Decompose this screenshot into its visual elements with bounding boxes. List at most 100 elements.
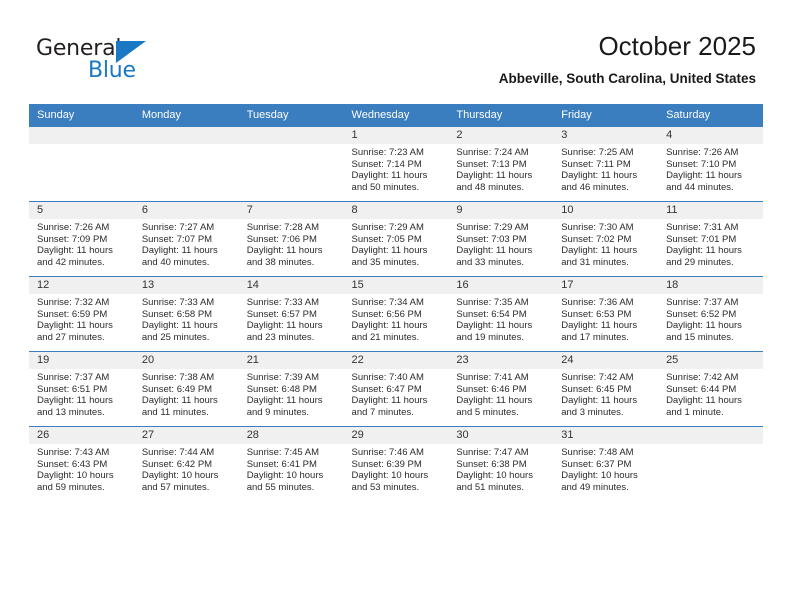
day-number: 20 bbox=[133, 352, 239, 369]
day-number: 21 bbox=[238, 352, 344, 369]
sunrise-text: Sunrise: 7:42 AM bbox=[561, 372, 634, 383]
day-cell[interactable]: 31 Sunrise: 7:48 AM Sunset: 6:37 PM Dayligh… bbox=[553, 426, 659, 501]
sunset-text: Sunset: 6:59 PM bbox=[37, 308, 108, 320]
day-number: 9 bbox=[448, 202, 554, 219]
day-cell[interactable]: 17 Sunrise: 7:36 AM Sunset: 6:53 PM Dayligh… bbox=[553, 276, 659, 352]
day-cell-empty bbox=[29, 126, 134, 202]
day-cell[interactable]: 6 Sunrise: 7:27 AM Sunset: 7:07 PM Daylight… bbox=[133, 201, 239, 277]
calendar-week-row: 19 Sunrise: 7:37 AM Sunset: 6:51 PM Dayligh… bbox=[29, 351, 763, 427]
day-number: 16 bbox=[448, 277, 554, 294]
day-cell[interactable]: 3 Sunrise: 7:25 AM Sunset: 7:11 PM Daylight… bbox=[553, 126, 659, 202]
day-cell[interactable]: 19 Sunrise: 7:37 AM Sunset: 6:51 PM Dayligh… bbox=[29, 351, 134, 427]
sunrise-text: Sunrise: 7:29 AM bbox=[351, 222, 424, 233]
day-cell[interactable]: 14 Sunrise: 7:33 AM Sunset: 6:57 PM Dayligh… bbox=[238, 276, 344, 352]
day-number bbox=[238, 127, 344, 144]
sunset-text: Sunset: 6:37 PM bbox=[561, 458, 632, 470]
sunrise-text: Sunrise: 7:37 AM bbox=[666, 297, 739, 308]
sunset-text: Sunset: 6:54 PM bbox=[456, 308, 527, 320]
sunrise-text: Sunrise: 7:26 AM bbox=[37, 222, 110, 233]
sunrise-text: Sunrise: 7:40 AM bbox=[351, 372, 424, 383]
calendar-body: 1 Sunrise: 7:23 AM Sunset: 7:14 PM Daylight… bbox=[29, 126, 763, 501]
day-cell[interactable]: 24 Sunrise: 7:42 AM Sunset: 6:45 PM Dayligh… bbox=[553, 351, 659, 427]
daylight-text: Daylight: 11 hours and 3 minutes. bbox=[561, 395, 638, 418]
daylight-text: Daylight: 11 hours and 42 minutes. bbox=[37, 245, 113, 268]
day-cell[interactable]: 26 Sunrise: 7:43 AM Sunset: 6:43 PM Dayligh… bbox=[29, 426, 134, 501]
daylight-text: Daylight: 11 hours and 23 minutes. bbox=[246, 320, 323, 343]
day-number: 18 bbox=[658, 277, 763, 294]
day-number: 17 bbox=[553, 277, 659, 294]
daylight-text: Daylight: 11 hours and 35 minutes. bbox=[351, 245, 428, 268]
sunset-text: Sunset: 6:49 PM bbox=[141, 383, 213, 395]
sunrise-text: Sunrise: 7:34 AM bbox=[351, 297, 424, 308]
day-number: 2 bbox=[448, 127, 554, 144]
sunrise-text: Sunrise: 7:28 AM bbox=[246, 222, 320, 233]
day-cell[interactable]: 12 Sunrise: 7:32 AM Sunset: 6:59 PM Dayligh… bbox=[29, 276, 134, 352]
sunset-text: Sunset: 7:10 PM bbox=[666, 158, 737, 170]
daylight-text: Daylight: 11 hours and 33 minutes. bbox=[456, 245, 533, 268]
day-cell[interactable]: 2 Sunrise: 7:24 AM Sunset: 7:13 PM Daylight… bbox=[448, 126, 554, 202]
sunset-text: Sunset: 7:06 PM bbox=[246, 233, 317, 245]
general-blue-logo[interactable]: General Blue bbox=[36, 36, 166, 88]
day-cell[interactable]: 20 Sunrise: 7:38 AM Sunset: 6:49 PM Dayligh… bbox=[133, 351, 239, 427]
sunset-text: Sunset: 6:46 PM bbox=[456, 383, 527, 395]
calendar-page: General Blue October 2025 Abbeville, Sou… bbox=[0, 0, 792, 612]
daylight-text: Daylight: 11 hours and 21 minutes. bbox=[351, 320, 428, 343]
day-cell[interactable]: 22 Sunrise: 7:40 AM Sunset: 6:47 PM Dayligh… bbox=[343, 351, 449, 427]
day-cell[interactable]: 29 Sunrise: 7:46 AM Sunset: 6:39 PM Dayligh… bbox=[343, 426, 449, 501]
daylight-text: Daylight: 11 hours and 44 minutes. bbox=[666, 170, 742, 193]
sunset-text: Sunset: 6:38 PM bbox=[456, 458, 527, 470]
day-number: 7 bbox=[238, 202, 344, 219]
daylight-text: Daylight: 11 hours and 19 minutes. bbox=[456, 320, 533, 343]
sunset-text: Sunset: 7:02 PM bbox=[561, 233, 632, 245]
daylight-text: Daylight: 11 hours and 50 minutes. bbox=[351, 170, 428, 193]
day-cell[interactable]: 10 Sunrise: 7:30 AM Sunset: 7:02 PM Dayligh… bbox=[553, 201, 659, 277]
day-number: 6 bbox=[133, 202, 239, 219]
day-number: 14 bbox=[238, 277, 344, 294]
calendar-week-row: 26 Sunrise: 7:43 AM Sunset: 6:43 PM Dayligh… bbox=[29, 426, 763, 501]
page-title: October 2025 bbox=[598, 31, 756, 61]
day-number: 29 bbox=[343, 427, 449, 444]
calendar-week-row: 1 Sunrise: 7:23 AM Sunset: 7:14 PM Daylight… bbox=[29, 126, 763, 202]
day-number: 19 bbox=[29, 352, 134, 369]
day-cell[interactable]: 27 Sunrise: 7:44 AM Sunset: 6:42 PM Dayligh… bbox=[133, 426, 239, 501]
sunrise-text: Sunrise: 7:33 AM bbox=[141, 297, 215, 308]
weekday-header-saturday: Saturday bbox=[658, 104, 763, 127]
day-cell[interactable]: 23 Sunrise: 7:41 AM Sunset: 6:46 PM Dayligh… bbox=[448, 351, 554, 427]
day-cell[interactable]: 11 Sunrise: 7:31 AM Sunset: 7:01 PM Dayligh… bbox=[658, 201, 763, 277]
day-number bbox=[658, 427, 763, 444]
sunset-text: Sunset: 6:44 PM bbox=[666, 383, 737, 395]
day-cell[interactable]: 30 Sunrise: 7:47 AM Sunset: 6:38 PM Dayligh… bbox=[448, 426, 554, 501]
day-number: 15 bbox=[343, 277, 449, 294]
daylight-text: Daylight: 11 hours and 13 minutes. bbox=[37, 395, 113, 418]
day-cell[interactable]: 25 Sunrise: 7:42 AM Sunset: 6:44 PM Dayligh… bbox=[658, 351, 763, 427]
daylight-text: Daylight: 11 hours and 11 minutes. bbox=[141, 395, 218, 418]
day-cell[interactable]: 4 Sunrise: 7:26 AM Sunset: 7:10 PM Daylight… bbox=[658, 126, 763, 202]
day-cell[interactable]: 9 Sunrise: 7:29 AM Sunset: 7:03 PM Daylight… bbox=[448, 201, 554, 277]
day-number: 10 bbox=[553, 202, 659, 219]
sunset-text: Sunset: 7:09 PM bbox=[37, 233, 108, 245]
sunrise-text: Sunrise: 7:44 AM bbox=[141, 447, 215, 458]
sunrise-text: Sunrise: 7:27 AM bbox=[141, 222, 215, 233]
weekday-header-monday: Monday bbox=[133, 104, 239, 127]
daylight-text: Daylight: 10 hours and 59 minutes. bbox=[37, 470, 114, 493]
day-cell[interactable]: 15 Sunrise: 7:34 AM Sunset: 6:56 PM Dayligh… bbox=[343, 276, 449, 352]
day-number: 30 bbox=[448, 427, 554, 444]
day-cell[interactable]: 13 Sunrise: 7:33 AM Sunset: 6:58 PM Dayligh… bbox=[133, 276, 239, 352]
day-cell[interactable]: 7 Sunrise: 7:28 AM Sunset: 7:06 PM Daylight… bbox=[238, 201, 344, 277]
day-cell[interactable]: 28 Sunrise: 7:45 AM Sunset: 6:41 PM Dayligh… bbox=[238, 426, 344, 501]
sunset-text: Sunset: 7:05 PM bbox=[351, 233, 422, 245]
sunrise-text: Sunrise: 7:23 AM bbox=[351, 147, 424, 158]
day-cell[interactable]: 18 Sunrise: 7:37 AM Sunset: 6:52 PM Dayligh… bbox=[658, 276, 763, 352]
day-number: 31 bbox=[553, 427, 659, 444]
daylight-text: Daylight: 10 hours and 55 minutes. bbox=[246, 470, 324, 493]
day-cell[interactable]: 5 Sunrise: 7:26 AM Sunset: 7:09 PM Daylight… bbox=[29, 201, 134, 277]
day-number: 26 bbox=[29, 427, 134, 444]
daylight-text: Daylight: 11 hours and 15 minutes. bbox=[666, 320, 742, 343]
day-cell[interactable]: 16 Sunrise: 7:35 AM Sunset: 6:54 PM Dayligh… bbox=[448, 276, 554, 352]
day-number: 8 bbox=[343, 202, 449, 219]
day-cell[interactable]: 8 Sunrise: 7:29 AM Sunset: 7:05 PM Daylight… bbox=[343, 201, 449, 277]
sunset-text: Sunset: 6:58 PM bbox=[141, 308, 213, 320]
day-cell[interactable]: 21 Sunrise: 7:39 AM Sunset: 6:48 PM Dayligh… bbox=[238, 351, 344, 427]
sunrise-text: Sunrise: 7:39 AM bbox=[246, 372, 320, 383]
day-cell[interactable]: 1 Sunrise: 7:23 AM Sunset: 7:14 PM Daylight… bbox=[343, 126, 449, 202]
